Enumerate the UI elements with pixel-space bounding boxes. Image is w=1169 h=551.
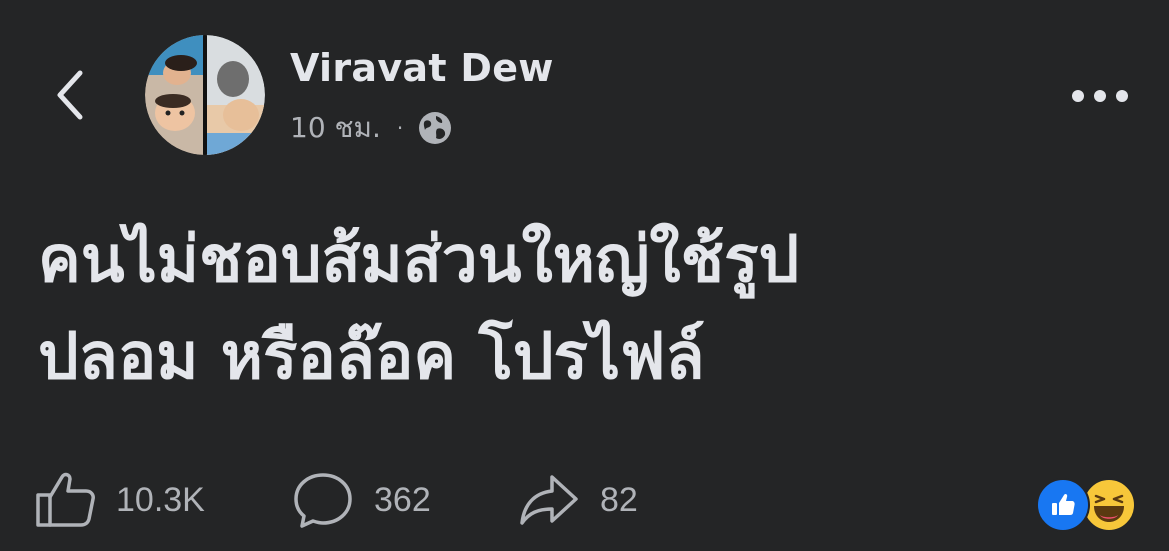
like-button[interactable]: 10.3K xyxy=(34,470,205,530)
post-time[interactable]: 10 ชม. xyxy=(290,106,381,150)
chevron-left-icon xyxy=(57,70,83,120)
thumbs-up-icon xyxy=(36,472,95,527)
back-button[interactable] xyxy=(40,60,100,130)
share-arrow-icon xyxy=(520,475,578,525)
post-text-line: คนไม่ชอบส้มส่วนใหญ่ใช้รูป xyxy=(38,223,800,297)
avatar[interactable] xyxy=(145,35,265,155)
reactions-summary[interactable] xyxy=(1036,478,1136,532)
like-reaction-icon xyxy=(1036,478,1090,532)
share-count: 82 xyxy=(600,480,638,519)
post-text: คนไม่ชอบส้มส่วนใหญ่ใช้รูป ปลอม หรือล๊อค … xyxy=(38,212,1138,406)
more-options-button[interactable] xyxy=(1062,76,1138,116)
avatar-photo xyxy=(145,35,265,155)
like-count: 10.3K xyxy=(116,480,205,519)
globe-icon[interactable] xyxy=(417,110,453,146)
post-card: Viravat Dew 10 ชม. · คนไม่ชอบส้มส่วนใหญ่… xyxy=(0,0,1169,551)
haha-reaction-icon xyxy=(1082,478,1136,532)
share-button[interactable]: 82 xyxy=(518,470,638,530)
more-horizontal-icon xyxy=(1072,90,1128,102)
post-text-line: ปลอม หรือล๊อค โปรไฟล์ xyxy=(38,320,705,394)
comment-count: 362 xyxy=(374,480,431,519)
author-name[interactable]: Viravat Dew xyxy=(290,46,554,90)
comment-button[interactable]: 362 xyxy=(292,470,431,530)
meta-separator: · xyxy=(396,116,404,140)
comment-bubble-icon xyxy=(294,473,352,528)
post-meta: 10 ชม. · xyxy=(290,106,453,150)
